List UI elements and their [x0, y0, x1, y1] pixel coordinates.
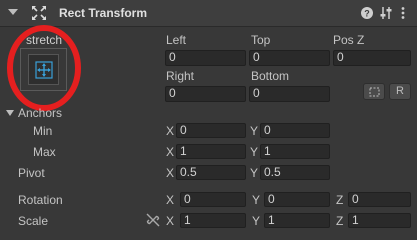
scale-x-axis: X — [166, 214, 175, 228]
rotation-y-field[interactable]: 0 — [264, 192, 330, 207]
posz-field[interactable]: 0 — [333, 50, 411, 66]
anchor-min-label: Min — [33, 124, 53, 138]
anchor-min-x-axis: X — [166, 124, 175, 138]
right-label: Right — [166, 69, 195, 83]
help-icon[interactable]: ? — [360, 6, 374, 20]
expand-triangle-icon[interactable] — [5, 108, 15, 118]
anchor-max-x-field[interactable]: 1 — [176, 144, 246, 159]
raw-edit-button[interactable]: R — [389, 83, 411, 100]
pivot-y-axis: Y — [250, 166, 259, 180]
rotation-label: Rotation — [18, 193, 63, 207]
dashed-rect-icon — [369, 87, 380, 97]
left-field[interactable]: 0 — [165, 50, 246, 66]
scale-x-field[interactable]: 1 — [180, 213, 246, 228]
scale-y-field[interactable]: 1 — [264, 213, 330, 228]
kebab-menu-icon[interactable] — [399, 6, 407, 20]
bottom-field[interactable]: 0 — [249, 86, 330, 102]
top-label: Top — [251, 33, 271, 47]
anchor-max-label: Max — [33, 145, 56, 159]
top-field[interactable]: 0 — [249, 50, 330, 66]
bottom-label: Bottom — [251, 69, 290, 83]
svg-text:?: ? — [364, 9, 370, 19]
pivot-y-field[interactable]: 0.5 — [260, 165, 330, 180]
move-arrows-icon — [32, 6, 46, 20]
anchor-max-x-axis: X — [166, 145, 175, 159]
rotation-z-field[interactable]: 0 — [348, 192, 411, 207]
scale-label: Scale — [18, 214, 49, 228]
sliders-icon[interactable] — [379, 6, 393, 20]
constrain-link-icon[interactable] — [146, 213, 160, 227]
rotation-z-axis: Z — [336, 193, 344, 207]
highlight-circle — [7, 25, 81, 111]
scale-y-axis: Y — [252, 214, 261, 228]
pivot-x-field[interactable]: 0.5 — [176, 165, 246, 180]
left-label: Left — [166, 33, 187, 47]
anchors-label[interactable]: Anchors — [18, 106, 62, 120]
collapse-arrow-icon[interactable] — [6, 5, 20, 19]
anchor-min-y-axis: Y — [250, 124, 259, 138]
rotation-x-field[interactable]: 0 — [180, 192, 246, 207]
scale-z-axis: Z — [336, 214, 344, 228]
anchor-max-y-field[interactable]: 1 — [260, 144, 330, 159]
component-title: Rect Transform — [59, 6, 148, 20]
right-field[interactable]: 0 — [165, 86, 246, 102]
anchor-min-y-field[interactable]: 0 — [260, 123, 330, 138]
rotation-y-axis: Y — [252, 193, 261, 207]
scale-z-field[interactable]: 1 — [348, 213, 411, 228]
pivot-label: Pivot — [18, 166, 45, 180]
blueprint-mode-button[interactable] — [363, 83, 385, 100]
anchor-max-y-axis: Y — [250, 145, 259, 159]
posz-label: Pos Z — [333, 33, 365, 47]
pivot-x-axis: X — [166, 166, 175, 180]
rotation-x-axis: X — [166, 193, 175, 207]
anchor-min-x-field[interactable]: 0 — [176, 123, 246, 138]
